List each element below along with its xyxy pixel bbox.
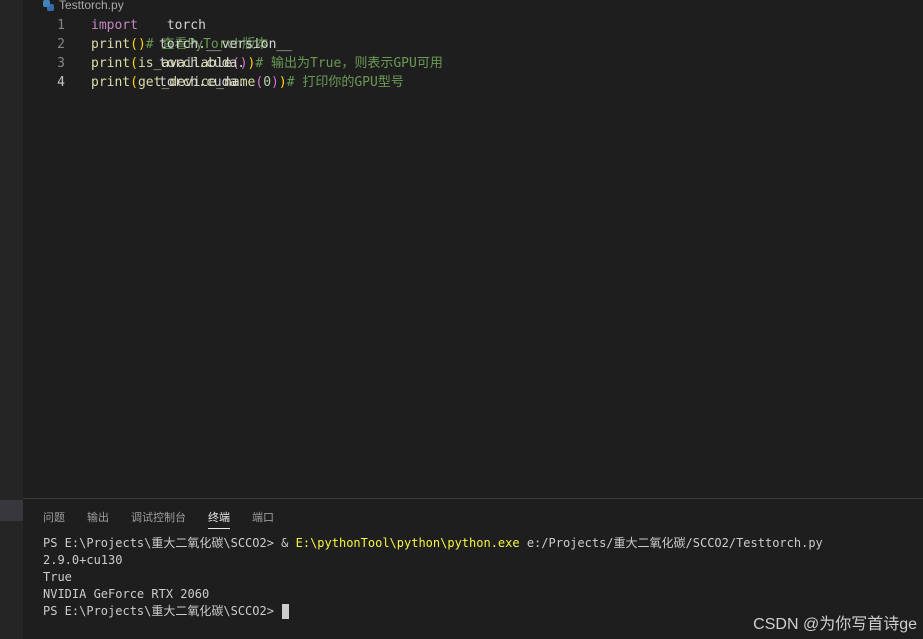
exe-path: E:\pythonTool\python\python.exe: [295, 536, 520, 550]
code-editor[interactable]: Testtorch.py 1 import torch 2 print(torch._…: [23, 0, 923, 498]
code-text: import torch: [91, 16, 206, 35]
code-token: ): [278, 75, 287, 90]
code-token: ): [271, 75, 279, 90]
code-line[interactable]: 3 print(torch.cuda. is_available()) # 输出为T…: [23, 54, 923, 73]
panel-tab[interactable]: 调试控制台: [131, 509, 186, 529]
panel-tabs: 问题 输出 调试控制台 终端 端口: [43, 509, 274, 529]
code-lines[interactable]: 1 import torch 2 print(torch.__version__) #…: [23, 16, 923, 92]
python-file-icon: [43, 0, 54, 11]
breadcrumb-filename[interactable]: Testtorch.py: [59, 0, 124, 12]
code-line[interactable]: 2 print(torch.__version__) # 查看PyTorch版本: [23, 35, 923, 54]
panel-tab[interactable]: 端口: [252, 509, 274, 529]
code-token: print: [91, 75, 131, 90]
panel-tab[interactable]: 输出: [87, 509, 109, 529]
panel-tab[interactable]: 终端: [208, 509, 230, 529]
code-token: ): [137, 37, 146, 52]
line-number: 2: [57, 37, 65, 52]
code-token: print: [91, 37, 131, 52]
terminal-line: True: [43, 570, 72, 584]
code-text: print(torch.cuda. is_available()) # 输出为Tr…: [91, 54, 443, 73]
terminal-cursor: [282, 604, 290, 619]
code-token: print: [91, 56, 131, 71]
breadcrumb[interactable]: Testtorch.py: [43, 0, 124, 13]
code-token: # 打印你的GPU型号: [286, 75, 404, 90]
terminal-line: NVIDIA GeForce RTX 2060: [43, 587, 210, 601]
line-number: 4: [57, 75, 65, 90]
code-token: 0: [263, 75, 272, 90]
code-text: print(torch.__version__) # 查看PyTorch版本: [91, 35, 292, 54]
code-line[interactable]: 4 print(torch.cuda. get_device_name(0)) # …: [23, 73, 923, 92]
terminal-line: PS E:\Projects\重大二氧化碳\SCCO2> & E:\python…: [43, 536, 823, 550]
panel-tab[interactable]: 问题: [43, 509, 65, 529]
line-number: 1: [57, 18, 65, 33]
code-token: (: [130, 56, 138, 71]
code-token: (: [130, 37, 138, 52]
code-text: print(torch.cuda. get_device_name(0)) # 打…: [91, 73, 404, 92]
code-token: torch.__version__: [159, 37, 293, 52]
code-token: # 输出为True，则表示GPU可用: [255, 56, 443, 71]
activity-bar: [0, 0, 23, 639]
code-line[interactable]: 1 import torch: [23, 16, 923, 35]
code-token: torch: [159, 18, 206, 33]
terminal[interactable]: PS E:\Projects\重大二氧化碳\SCCO2> & E:\python…: [43, 535, 923, 620]
watermark: CSDN @为你写首诗ge: [753, 616, 917, 633]
panel-marker: [0, 500, 23, 521]
code-token: import: [91, 18, 138, 33]
code-token: (: [130, 75, 138, 90]
terminal-line: 2.9.0+cu130: [43, 553, 123, 567]
line-number: 3: [57, 56, 65, 71]
